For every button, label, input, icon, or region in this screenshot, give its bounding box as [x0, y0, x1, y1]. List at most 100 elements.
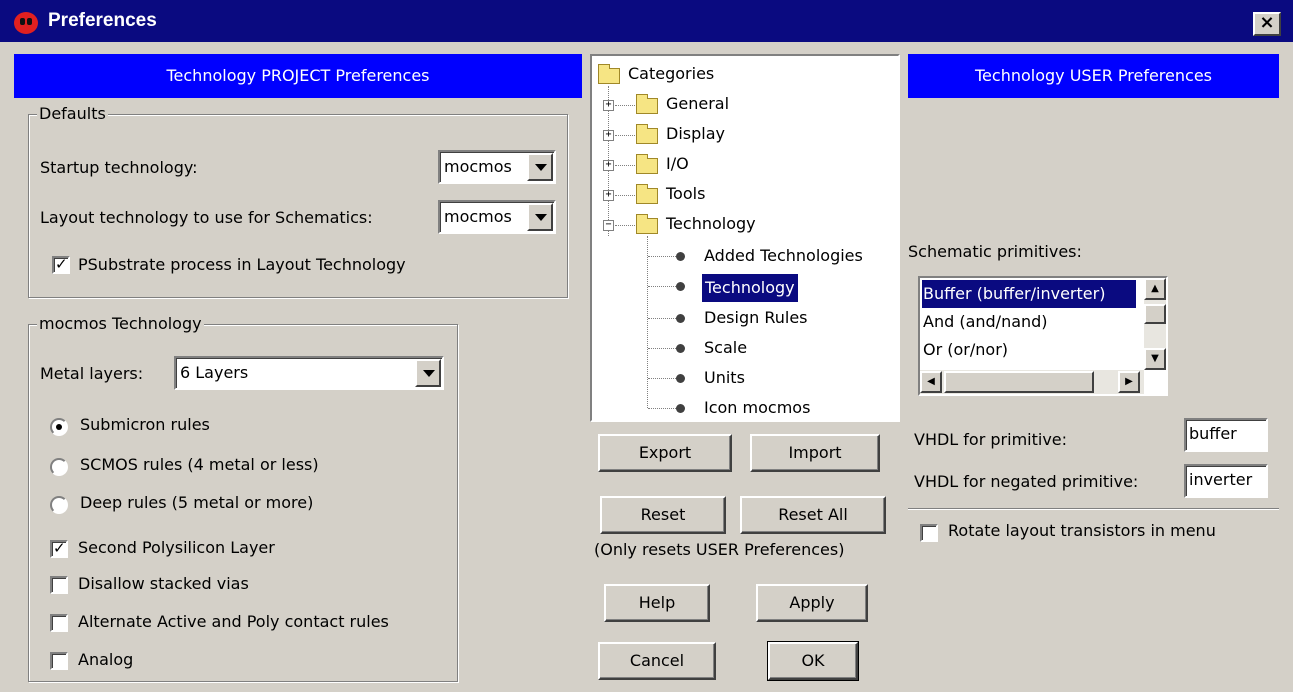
reset-all-button[interactable]: Reset All: [740, 496, 886, 534]
tree-node-general[interactable]: General: [666, 94, 729, 122]
submicron-radio[interactable]: [50, 418, 68, 436]
tree-connector: [648, 286, 676, 287]
analog-checkbox[interactable]: [50, 652, 68, 670]
title-bar[interactable]: Preferences ×: [0, 0, 1293, 44]
list-item[interactable]: And (and/nand): [922, 308, 1136, 336]
user-panel: Schematic primitives: Buffer (buffer/inv…: [908, 54, 1279, 692]
scroll-up-icon[interactable]: ▲: [1144, 278, 1166, 300]
tree-leaf-technology-selected[interactable]: Technology: [702, 274, 798, 302]
expand-icon[interactable]: +: [603, 100, 614, 111]
tree-leaf-scale[interactable]: Scale: [704, 338, 747, 366]
close-button[interactable]: ×: [1253, 12, 1281, 36]
scroll-thumb[interactable]: [944, 371, 1094, 393]
scmos-label: SCMOS rules (4 metal or less): [80, 455, 319, 474]
rotate-transistors-checkbox[interactable]: [920, 524, 938, 542]
startup-technology-label: Startup technology:: [40, 158, 198, 177]
tree-connector: [648, 256, 676, 257]
startup-technology-value: mocmos: [444, 157, 512, 176]
chevron-down-icon[interactable]: [527, 203, 553, 231]
schematic-primitives-label: Schematic primitives:: [908, 242, 1082, 261]
rotate-transistors-label: Rotate layout transistors in menu: [948, 521, 1216, 540]
folder-icon: [636, 94, 658, 114]
list-item[interactable]: Or (or/nor): [922, 336, 1136, 364]
submicron-label: Submicron rules: [80, 415, 210, 434]
folder-icon: [636, 124, 658, 144]
layout-technology-value: mocmos: [444, 207, 512, 226]
folder-icon: [636, 184, 658, 204]
folder-icon: [636, 214, 658, 234]
tree-leaf-icon-mocmos[interactable]: Icon mocmos: [704, 398, 810, 426]
stacked-vias-checkbox[interactable]: [50, 576, 68, 594]
help-button[interactable]: Help: [604, 584, 710, 622]
layout-technology-select[interactable]: mocmos: [438, 200, 556, 234]
leaf-bullet-icon: [676, 314, 685, 323]
preferences-window: Preferences × Technology PROJECT Prefere…: [0, 0, 1293, 692]
cancel-button[interactable]: Cancel: [598, 642, 716, 680]
psubstrate-checkbox[interactable]: [52, 255, 70, 274]
tree-leaf-added-technologies[interactable]: Added Technologies: [704, 246, 863, 274]
tree-leaf-units[interactable]: Units: [704, 368, 745, 396]
tree-leaf-design-rules[interactable]: Design Rules: [704, 308, 808, 336]
layout-technology-label: Layout technology to use for Schematics:: [40, 208, 373, 227]
tree-connector: [648, 378, 676, 379]
vhdl-negated-label: VHDL for negated primitive:: [914, 472, 1139, 491]
vhdl-primitive-input[interactable]: buffer: [1184, 418, 1268, 452]
folder-icon: [636, 154, 658, 174]
deep-rules-radio[interactable]: [50, 496, 68, 514]
app-icon: [14, 12, 38, 34]
import-button[interactable]: Import: [750, 434, 880, 472]
tree-connector: [648, 318, 676, 319]
project-panel-header: Technology PROJECT Preferences: [14, 54, 582, 98]
vertical-scrollbar[interactable]: ▲ ▼: [1144, 278, 1166, 370]
category-panel: Categories + General + Display + I/O + T…: [590, 54, 903, 692]
horizontal-scrollbar[interactable]: ◀ ▶: [920, 370, 1144, 394]
window-title: Preferences: [48, 10, 157, 31]
list-item[interactable]: Buffer (buffer/inverter): [922, 280, 1136, 308]
tree-node-tools[interactable]: Tools: [666, 184, 705, 212]
chevron-down-icon[interactable]: [415, 359, 441, 387]
leaf-bullet-icon: [676, 374, 685, 383]
divider: [908, 508, 1279, 510]
deep-rules-label: Deep rules (5 metal or more): [80, 493, 314, 512]
scroll-left-icon[interactable]: ◀: [920, 371, 942, 393]
tree-connector: [615, 135, 635, 136]
category-tree[interactable]: Categories + General + Display + I/O + T…: [590, 54, 900, 422]
scroll-right-icon[interactable]: ▶: [1118, 371, 1140, 393]
chevron-down-icon[interactable]: [527, 153, 553, 181]
vhdl-negated-input[interactable]: inverter: [1184, 464, 1268, 498]
leaf-bullet-icon: [676, 252, 685, 261]
alt-contact-rules-label: Alternate Active and Poly contact rules: [78, 612, 389, 631]
alt-contact-rules-checkbox[interactable]: [50, 614, 68, 632]
ok-button[interactable]: OK: [767, 641, 859, 681]
tree-connector: [647, 236, 648, 408]
collapse-icon[interactable]: −: [603, 220, 614, 231]
schematic-primitives-list[interactable]: Buffer (buffer/inverter) And (and/nand) …: [918, 276, 1168, 396]
defaults-legend: Defaults: [37, 104, 108, 123]
tree-connector: [615, 225, 635, 226]
tree-connector: [615, 165, 635, 166]
tree-connector: [615, 105, 635, 106]
scroll-thumb[interactable]: [1144, 304, 1166, 324]
reset-button[interactable]: Reset: [600, 496, 726, 534]
tree-root-categories[interactable]: Categories: [628, 64, 714, 92]
metal-layers-select[interactable]: 6 Layers: [174, 356, 444, 390]
tree-node-io[interactable]: I/O: [666, 154, 689, 182]
reset-note: (Only resets USER Preferences): [594, 540, 845, 559]
analog-label: Analog: [78, 650, 134, 669]
expand-icon[interactable]: +: [603, 190, 614, 201]
stacked-vias-label: Disallow stacked vias: [78, 574, 249, 593]
export-button[interactable]: Export: [598, 434, 732, 472]
tree-node-technology[interactable]: Technology: [666, 214, 756, 242]
scroll-down-icon[interactable]: ▼: [1144, 348, 1166, 370]
leaf-bullet-icon: [676, 344, 685, 353]
expand-icon[interactable]: +: [603, 160, 614, 171]
startup-technology-select[interactable]: mocmos: [438, 150, 556, 184]
scmos-radio[interactable]: [50, 458, 68, 476]
second-poly-label: Second Polysilicon Layer: [78, 538, 275, 557]
tree-connector: [648, 348, 676, 349]
tree-connector: [648, 408, 676, 409]
apply-button[interactable]: Apply: [756, 584, 868, 622]
expand-icon[interactable]: +: [603, 130, 614, 141]
tree-node-display[interactable]: Display: [666, 124, 725, 152]
second-poly-checkbox[interactable]: [50, 539, 68, 558]
